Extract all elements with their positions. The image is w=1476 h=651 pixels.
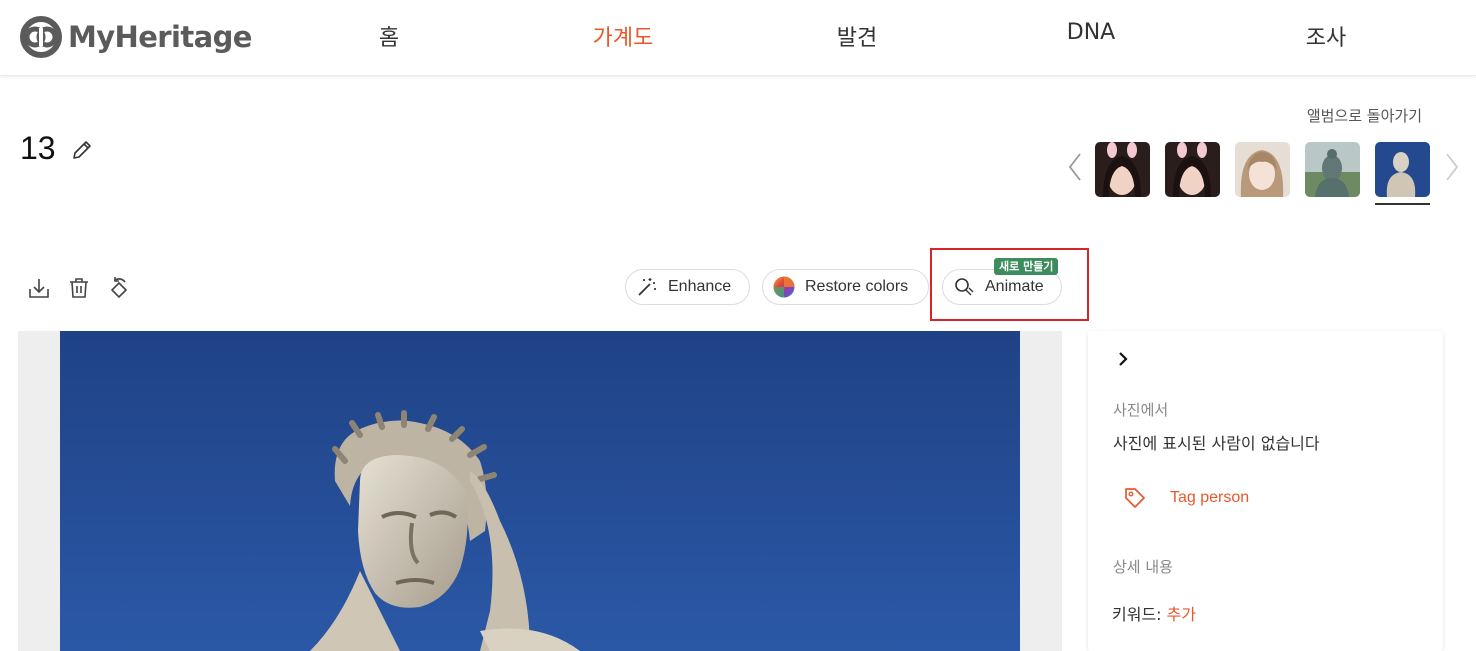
myheritage-logo-icon — [20, 16, 62, 58]
download-icon[interactable] — [27, 276, 51, 300]
anime-portrait-thumbnail-image — [1235, 142, 1290, 197]
add-keyword-link[interactable]: 추가 — [1167, 605, 1196, 624]
nav-home[interactable]: 홈 — [379, 20, 399, 52]
nav-research[interactable]: 조사 — [1306, 20, 1346, 52]
thumbnails-next-icon[interactable] — [1443, 152, 1461, 182]
magic-wand-icon — [638, 278, 656, 296]
restore-colors-label: Restore colors — [805, 278, 909, 295]
rotate-icon[interactable] — [107, 276, 131, 300]
buddha-statue-thumbnail-image — [1305, 142, 1360, 197]
photo-title: 13 — [20, 130, 56, 166]
nav-dna[interactable]: DNA — [1067, 20, 1115, 45]
collapse-panel-chevron-icon[interactable] — [1116, 351, 1130, 367]
main-photo[interactable] — [60, 331, 1020, 651]
keywords-label: 키워드: — [1112, 605, 1162, 624]
tag-icon — [1125, 488, 1145, 508]
keywords-row: 키워드: 추가 — [1112, 601, 1196, 625]
myheritage-logo[interactable]: MyHeritage — [18, 16, 252, 58]
nav-family-tree[interactable]: 가계도 — [593, 20, 654, 52]
trash-icon[interactable] — [67, 276, 91, 300]
dante-statue-thumbnail-image — [1375, 142, 1430, 197]
tag-person-label: Tag person — [1170, 489, 1250, 506]
enhance-label: Enhance — [668, 278, 732, 295]
back-to-album-link[interactable]: 앨범으로 돌아가기 — [1307, 105, 1422, 126]
no-people-text: 사진에 표시된 사람이 없습니다 — [1113, 434, 1320, 453]
logo-text: MyHeritage — [68, 20, 252, 54]
details-label: 상세 내용 — [1113, 558, 1173, 576]
color-wheel-icon — [773, 276, 795, 298]
top-navigation-bar: MyHeritage 홈 가계도 발견 DNA 조사 — [0, 0, 1476, 76]
tag-person-button[interactable]: Tag person — [1124, 487, 1249, 509]
new-badge: 새로 만들기 — [994, 258, 1059, 275]
selected-thumbnail-indicator — [1375, 203, 1430, 205]
dante-statue-photo — [60, 331, 1020, 651]
photo-info-panel: 사진에서 사진에 표시된 사람이 없습니다 Tag person 상세 내용 키… — [1088, 331, 1443, 651]
thumb-photo-2[interactable] — [1165, 142, 1220, 197]
portrait-thumbnail-image — [1165, 142, 1220, 197]
nav-discoveries[interactable]: 발견 — [837, 20, 877, 52]
enhance-button[interactable]: Enhance — [625, 269, 750, 305]
thumbnails-prev-icon[interactable] — [1066, 152, 1084, 182]
thumb-photo-5[interactable] — [1375, 142, 1430, 197]
restore-colors-button[interactable]: Restore colors — [762, 269, 929, 305]
thumb-photo-4[interactable] — [1305, 142, 1360, 197]
in-photo-label: 사진에서 — [1113, 401, 1169, 419]
pencil-edit-icon[interactable] — [70, 138, 94, 162]
thumb-photo-1[interactable] — [1095, 142, 1150, 197]
thumb-photo-3[interactable] — [1235, 142, 1290, 197]
portrait-thumbnail-image — [1095, 142, 1150, 197]
